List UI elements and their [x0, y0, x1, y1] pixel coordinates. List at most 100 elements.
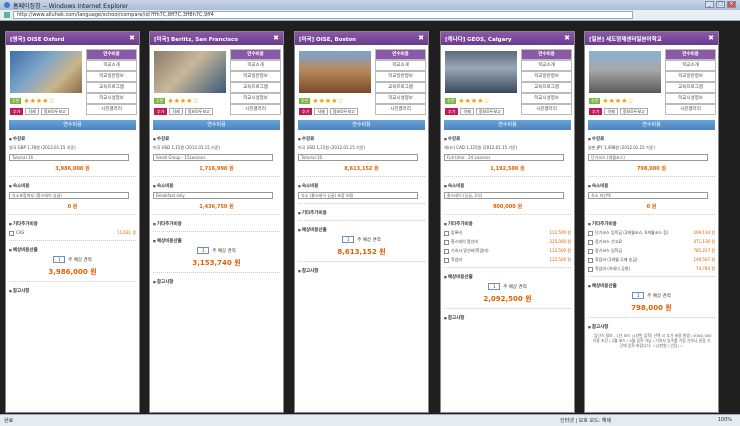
extra-fee-checkbox[interactable] [588, 266, 593, 272]
school-menu-item[interactable]: 학교시설정보 [521, 93, 572, 104]
school-menu-item[interactable]: 학교소개 [665, 60, 716, 71]
school-menu-item[interactable]: 교육프로그램 [86, 82, 137, 93]
extra-fee-checkbox[interactable] [588, 239, 593, 245]
school-menu-item[interactable]: 학교시설정보 [665, 93, 716, 104]
school-menu-item[interactable]: 연수비용 [665, 49, 716, 60]
weeks-input[interactable]: 1 [488, 283, 501, 290]
estimate-label: 예상비용산출 [9, 247, 136, 253]
tuition-select[interactable]: Full time - 24 Lessons [444, 154, 564, 161]
school-menu-item[interactable]: 학교시설정보 [86, 93, 137, 104]
housing-select[interactable]: Breakfast only [153, 192, 273, 199]
school-menu-item[interactable]: 연수비용 [230, 49, 281, 60]
housing-select[interactable]: 숙소포함여부 (홈스테이 싱글) [9, 192, 129, 199]
add-button[interactable]: 추가 [589, 108, 603, 115]
school-card: [미국] Berlitz, San Francisco ✖ 연수비용 학교소개 학교일… [149, 31, 284, 413]
school-menu-item[interactable]: 연수비용 [86, 49, 137, 60]
school-menu-item[interactable]: 학교소개 [521, 60, 572, 71]
school-menu-item[interactable]: 시진갤러리 [86, 104, 137, 115]
extra-fee-row: 기숙사 알선비(학업비) 112,500 원 [444, 248, 571, 254]
school-menu-item[interactable]: 학교일반정보 [375, 71, 426, 82]
rating-stars: ★★★★☆ [458, 97, 490, 105]
delete-button[interactable]: 삭제 [25, 108, 39, 115]
school-menu-item[interactable]: 학교일반정보 [230, 71, 281, 82]
close-card-icon[interactable]: ✖ [129, 34, 135, 42]
extra-fees-label: 기타추가비용 [588, 221, 715, 227]
delete-button[interactable]: 삭제 [460, 108, 474, 115]
view-all-button[interactable]: 정보모두보고 [329, 108, 358, 115]
tuition-select[interactable]: 단기코스 (개월코스) [588, 154, 708, 161]
school-menu-item[interactable]: 교육프로그램 [230, 82, 281, 93]
school-menu-item[interactable]: 교육프로그램 [521, 82, 572, 93]
minimize-button[interactable]: _ [705, 1, 714, 8]
view-all-button[interactable]: 정보모두보고 [40, 108, 69, 115]
close-card-icon[interactable]: ✖ [273, 34, 279, 42]
notes-label: 참고사항 [444, 315, 571, 321]
add-button[interactable]: 추가 [10, 108, 24, 115]
delete-button[interactable]: 삭제 [169, 108, 183, 115]
school-menu-item[interactable]: 시진갤러리 [521, 104, 572, 115]
close-card-icon[interactable]: ✖ [564, 34, 570, 42]
tuition-select[interactable]: Tutorial 16 [9, 154, 129, 161]
weeks-input[interactable]: 1 [53, 256, 66, 263]
school-menu-item[interactable]: 시진갤러리 [665, 104, 716, 115]
school-menu-item[interactable]: 학교소개 [230, 60, 281, 71]
school-card: [캐나다] GEOS, Calgary ✖ 연수비용 학교소개 학교일반정보 교육프로그… [440, 31, 575, 413]
extra-fee-checkbox[interactable] [444, 248, 449, 254]
extra-fee-checkbox[interactable] [444, 239, 449, 245]
view-all-button[interactable]: 정보모두보고 [619, 108, 648, 115]
school-menu-item[interactable]: 학교소개 [375, 60, 426, 71]
school-menu-item[interactable]: 학교일반정보 [665, 71, 716, 82]
school-card: [영국] OISE Oxford ✖ 연수비용 학교소개 학교일반정보 교육프로그램 학교… [5, 31, 140, 413]
tuition-label: 수강료 [153, 136, 280, 142]
extra-fee-name: 홈스테이 알선비 [451, 239, 479, 244]
housing-select[interactable]: 숙소 미선택 [588, 192, 708, 199]
school-menu-item[interactable]: 학교일반정보 [86, 71, 137, 82]
school-menu: 연수비용 학교소개 학교일반정보 교육프로그램 학교시설정보 시진갤러리 [230, 49, 281, 115]
extra-fee-checkbox[interactable] [444, 230, 449, 236]
tuition-price: 798,000 원 [636, 166, 667, 172]
add-button[interactable]: 추가 [445, 108, 459, 115]
school-menu-item[interactable]: 연수비용 [375, 49, 426, 60]
extra-fee-name: 등록비 [451, 230, 463, 235]
extra-fees-label: 기타추가비용 [444, 221, 571, 227]
rating-stars: ★★★★☆ [602, 97, 634, 105]
housing-select[interactable]: 숙소 (홈스테이 싱글) 포함 비용 [298, 192, 418, 199]
total-price: 3,986,000 원 [48, 268, 97, 276]
school-menu-item[interactable]: 시진갤러리 [230, 104, 281, 115]
close-card-icon[interactable]: ✖ [708, 34, 714, 42]
zoom-level[interactable]: 100% [718, 417, 732, 423]
school-menu-item[interactable]: 학교일반정보 [521, 71, 572, 82]
school-menu-item[interactable]: 시진갤러리 [375, 104, 426, 115]
close-card-icon[interactable]: ✖ [418, 34, 424, 42]
add-button[interactable]: 추가 [299, 108, 313, 115]
close-button[interactable]: × [727, 1, 736, 8]
extra-fee-checkbox[interactable] [9, 230, 14, 236]
estimate-label: 예상비용산출 [444, 274, 571, 280]
housing-select[interactable]: 홈스테이 (싱글, 2식) [444, 192, 564, 199]
school-menu-item[interactable]: 학교소개 [86, 60, 137, 71]
extra-fee-checkbox[interactable] [588, 248, 593, 254]
school-menu-item[interactable]: 교육프로그램 [665, 82, 716, 93]
extra-fee-checkbox[interactable] [588, 230, 593, 236]
delete-button[interactable]: 삭제 [604, 108, 618, 115]
school-menu-item[interactable]: 학교시설정보 [375, 93, 426, 104]
school-menu-item[interactable]: 학교시설정보 [230, 93, 281, 104]
add-button[interactable]: 추가 [154, 108, 168, 115]
weeks-input[interactable]: 1 [342, 236, 355, 243]
view-all-button[interactable]: 정보모두보고 [184, 108, 213, 115]
extra-fee-checkbox[interactable] [444, 257, 449, 263]
weeks-input[interactable]: 1 [632, 292, 645, 299]
tuition-select[interactable]: Tutorial 16 [298, 154, 418, 161]
view-all-button[interactable]: 정보모두보고 [475, 108, 504, 115]
tuition-label: 수강료 [444, 136, 571, 142]
school-menu-item[interactable]: 교육프로그램 [375, 82, 426, 93]
housing-label: 숙소비용 [153, 183, 280, 189]
maximize-button[interactable]: □ [716, 1, 725, 8]
school-menu: 연수비용 학교소개 학교일반정보 교육프로그램 학교시설정보 시진갤러리 [86, 49, 137, 115]
weeks-input[interactable]: 1 [197, 247, 210, 254]
url-field[interactable]: http://www.alluhak.com/language/school/c… [13, 11, 633, 19]
tuition-select[interactable]: Small Group - 15Lessons [153, 154, 273, 161]
school-menu-item[interactable]: 연수비용 [521, 49, 572, 60]
delete-button[interactable]: 삭제 [314, 108, 328, 115]
extra-fee-checkbox[interactable] [588, 257, 593, 263]
